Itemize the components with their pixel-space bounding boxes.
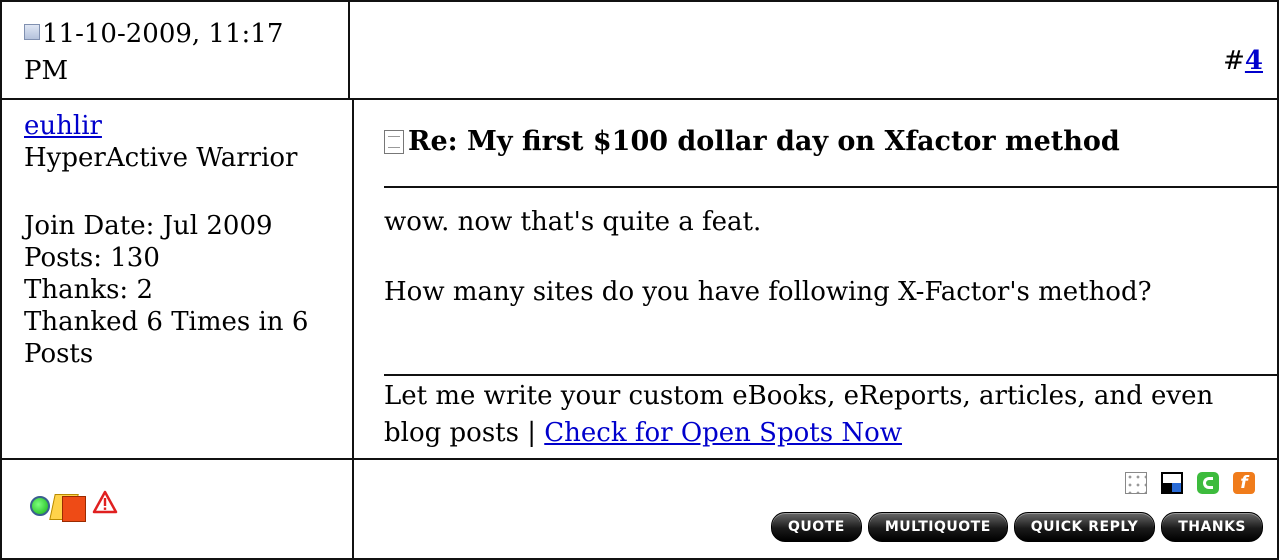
thanks-count: Thanks: 2: [24, 275, 153, 305]
post-number-cell: #4: [348, 0, 1279, 100]
post-number-prefix: #: [1223, 46, 1245, 76]
post-date-cell: 11-10-2009, 11:17 PM: [0, 0, 350, 100]
user-title: HyperActive Warrior: [24, 143, 298, 173]
online-icon: [30, 495, 50, 516]
technorati-icon[interactable]: [1197, 472, 1219, 494]
facebook-icon[interactable]: f: [1233, 472, 1255, 494]
post-number-link[interactable]: 4: [1245, 46, 1263, 76]
social-network-icon[interactable]: [1125, 472, 1147, 494]
reputation-icon[interactable]: [49, 492, 86, 522]
quick-reply-button[interactable]: QUICK REPLY: [1013, 512, 1156, 542]
delicious-icon[interactable]: [1161, 472, 1183, 494]
post-date: 11-10-2009, 11:17 PM: [24, 16, 324, 90]
post-icon: [24, 24, 40, 40]
post-number: #4: [1223, 43, 1263, 80]
user-status-cell: [0, 458, 354, 560]
username-link[interactable]: euhlir: [24, 111, 102, 141]
document-icon: [384, 130, 404, 154]
user-info: euhlir HyperActive Warrior Join Date: Ju…: [24, 110, 344, 370]
join-date: Join Date: Jul 2009: [24, 211, 273, 241]
signature-link[interactable]: Check for Open Spots Now: [544, 418, 902, 448]
title-divider: [384, 186, 1277, 188]
post-date-text: 11-10-2009, 11:17 PM: [24, 19, 284, 86]
post-title: Re: My first $100 dollar day on Xfactor …: [384, 122, 1120, 162]
multiquote-button[interactable]: MULTIQUOTE: [867, 512, 1008, 542]
user-info-cell: euhlir HyperActive Warrior Join Date: Ju…: [0, 98, 354, 460]
signature: Let me write your custom eBooks, eReport…: [384, 378, 1257, 452]
post-body-cell: Re: My first $100 dollar day on Xfactor …: [352, 98, 1279, 460]
message-line: wow. now that's quite a feat.: [384, 207, 762, 237]
post-actions-cell: f QUOTE MULTIQUOTE QUICK REPLY THANKS: [352, 458, 1279, 560]
post-count: Posts: 130: [24, 243, 160, 273]
quote-button[interactable]: QUOTE: [771, 512, 862, 542]
signature-divider: [384, 374, 1277, 376]
post-action-buttons: QUOTE MULTIQUOTE QUICK REPLY THANKS: [771, 512, 1263, 542]
report-post-icon[interactable]: [92, 490, 118, 521]
thanked-count: Thanked 6 Times in 6 Posts: [24, 307, 309, 369]
post-title-text: Re: My first $100 dollar day on Xfactor …: [408, 126, 1120, 157]
social-bookmarks: f: [1125, 472, 1255, 494]
thanks-button[interactable]: THANKS: [1161, 512, 1263, 542]
status-icons: [30, 490, 118, 522]
message-line: How many sites do you have following X-F…: [384, 277, 1152, 307]
